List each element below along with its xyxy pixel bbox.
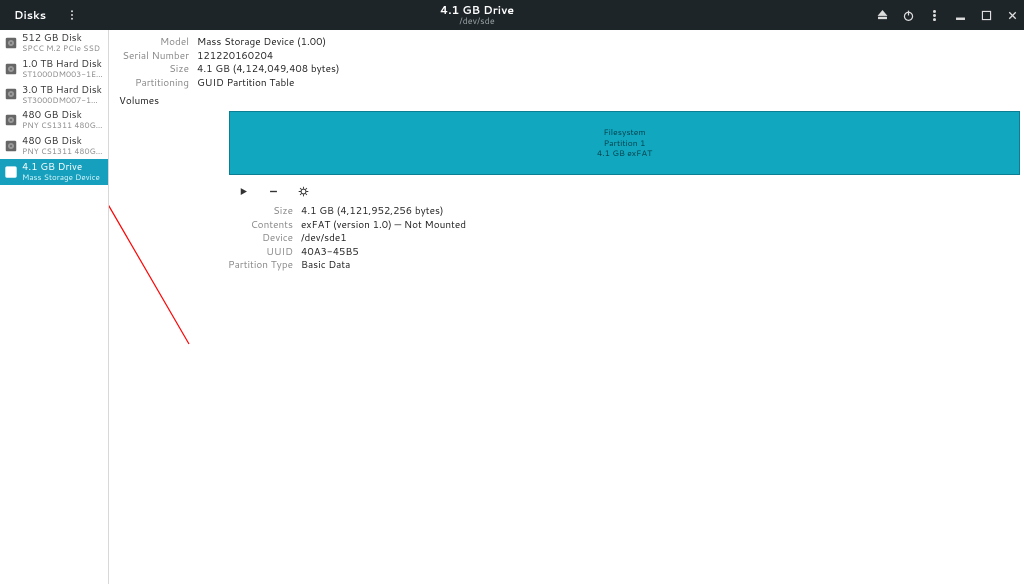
delete-partition-button[interactable] <box>265 183 281 199</box>
drive-menu-button[interactable] <box>922 0 946 30</box>
info-value: 4.1 GB (4,121,952,256 bytes) <box>301 205 444 219</box>
drive-info: Model Mass Storage Device (1.00) Serial … <box>109 30 1024 94</box>
info-value: GUID Partition Table <box>197 77 294 91</box>
info-row-serial: Serial Number 121220160204 <box>119 50 1014 64</box>
sidebar-item-drive[interactable]: 480 GB DiskPNY CS1311 480GB SSD <box>0 133 108 159</box>
sidebar-item-text: 4.1 GB DriveMass Storage Device <box>22 162 100 182</box>
sidebar-item-text: 3.0 TB Hard DiskST3000DM007-1WY10G <box>22 85 104 105</box>
info-label: Size <box>223 205 293 219</box>
header-left: Disks <box>0 0 84 30</box>
info-label: Partition Type <box>223 259 293 273</box>
header-center: 4.1 GB Drive /dev/sde <box>84 0 870 30</box>
info-value: Mass Storage Device (1.00) <box>197 36 326 50</box>
hard-disk-icon <box>4 36 18 50</box>
removable-drive-icon <box>4 165 18 179</box>
app-menu-button[interactable] <box>60 9 84 21</box>
sidebar-item-name: 480 GB Disk <box>22 136 104 147</box>
drive-sidebar: 512 GB DiskSPCC M.2 PCIe SSD 1.0 TB Hard … <box>0 30 109 584</box>
volume-options-button[interactable] <box>295 183 311 199</box>
sidebar-item-drive[interactable]: 4.1 GB DriveMass Storage Device <box>0 159 108 185</box>
info-value: Basic Data <box>301 259 350 273</box>
sidebar-item-sub: PNY CS1311 480GB SSD <box>22 147 104 156</box>
volume-map: Filesystem Partition 1 4.1 GB exFAT <box>229 111 1020 175</box>
sidebar-item-sub: PNY CS1311 480GB SSD <box>22 121 104 130</box>
hard-disk-icon <box>4 62 18 76</box>
sidebar-item-name: 4.1 GB Drive <box>22 162 100 173</box>
body: 512 GB DiskSPCC M.2 PCIe SSD 1.0 TB Hard … <box>0 30 1024 584</box>
power-button[interactable] <box>896 0 920 30</box>
maximize-button[interactable] <box>974 0 998 30</box>
volume-toolbar <box>229 179 1024 203</box>
volumes-heading: Volumes <box>109 94 1024 111</box>
main-panel: Model Mass Storage Device (1.00) Serial … <box>109 30 1024 584</box>
info-value: /dev/sde1 <box>301 232 347 246</box>
pinfo-row-uuid: UUID 40A3-45B5 <box>223 246 1024 260</box>
partition-info: Size 4.1 GB (4,121,952,256 bytes) Conten… <box>109 205 1024 273</box>
info-label: Partitioning <box>119 77 189 91</box>
sidebar-item-name: 1.0 TB Hard Disk <box>22 59 104 70</box>
info-value: 40A3-45B5 <box>301 246 359 260</box>
info-label: Device <box>223 232 293 246</box>
sidebar-item-drive[interactable]: 1.0 TB Hard DiskST1000DM003-1ER162 <box>0 56 108 82</box>
info-value: 121220160204 <box>197 50 273 64</box>
info-label: UUID <box>223 246 293 260</box>
close-button[interactable] <box>1000 0 1024 30</box>
sidebar-item-sub: SPCC M.2 PCIe SSD <box>22 44 100 53</box>
info-row-size: Size 4.1 GB (4,124,049,408 bytes) <box>119 63 1014 77</box>
sidebar-item-drive[interactable]: 480 GB DiskPNY CS1311 480GB SSD <box>0 107 108 133</box>
info-row-model: Model Mass Storage Device (1.00) <box>119 36 1014 50</box>
volume-partition-1[interactable]: Filesystem Partition 1 4.1 GB exFAT <box>230 112 1019 174</box>
sidebar-item-sub: Mass Storage Device <box>22 173 100 182</box>
pinfo-row-contents: Contents exFAT (version 1.0) — Not Mount… <box>223 219 1024 233</box>
info-value: 4.1 GB (4,124,049,408 bytes) <box>197 63 340 77</box>
mount-button[interactable] <box>235 183 251 199</box>
sidebar-item-sub: ST1000DM003-1ER162 <box>22 70 104 79</box>
sidebar-item-text: 480 GB DiskPNY CS1311 480GB SSD <box>22 136 104 156</box>
sidebar-item-text: 1.0 TB Hard DiskST1000DM003-1ER162 <box>22 59 104 79</box>
pinfo-row-size: Size 4.1 GB (4,121,952,256 bytes) <box>223 205 1024 219</box>
header-bar: Disks 4.1 GB Drive /dev/sde <box>0 0 1024 30</box>
sidebar-item-drive[interactable]: 512 GB DiskSPCC M.2 PCIe SSD <box>0 30 108 56</box>
info-label: Model <box>119 36 189 50</box>
header-drive-path: /dev/sde <box>459 16 494 26</box>
info-label: Serial Number <box>119 50 189 64</box>
app-title: Disks <box>0 7 60 23</box>
sidebar-item-name: 3.0 TB Hard Disk <box>22 85 104 96</box>
sidebar-item-name: 512 GB Disk <box>22 33 100 44</box>
sidebar-item-text: 480 GB DiskPNY CS1311 480GB SSD <box>22 110 104 130</box>
minimize-button[interactable] <box>948 0 972 30</box>
sidebar-item-drive[interactable]: 3.0 TB Hard DiskST3000DM007-1WY10G <box>0 82 108 108</box>
hard-disk-icon <box>4 113 18 127</box>
hard-disk-icon <box>4 139 18 153</box>
info-row-partitioning: Partitioning GUID Partition Table <box>119 77 1014 91</box>
header-actions <box>870 0 1024 30</box>
sidebar-item-name: 480 GB Disk <box>22 110 104 121</box>
info-label: Size <box>119 63 189 77</box>
eject-button[interactable] <box>870 0 894 30</box>
volume-line-size: 4.1 GB exFAT <box>597 148 652 159</box>
sidebar-item-text: 512 GB DiskSPCC M.2 PCIe SSD <box>22 33 100 53</box>
info-value: exFAT (version 1.0) — Not Mounted <box>301 219 466 233</box>
sidebar-item-sub: ST3000DM007-1WY10G <box>22 96 104 105</box>
pinfo-row-ptype: Partition Type Basic Data <box>223 259 1024 273</box>
info-label: Contents <box>223 219 293 233</box>
pinfo-row-device: Device /dev/sde1 <box>223 232 1024 246</box>
hard-disk-icon <box>4 87 18 101</box>
